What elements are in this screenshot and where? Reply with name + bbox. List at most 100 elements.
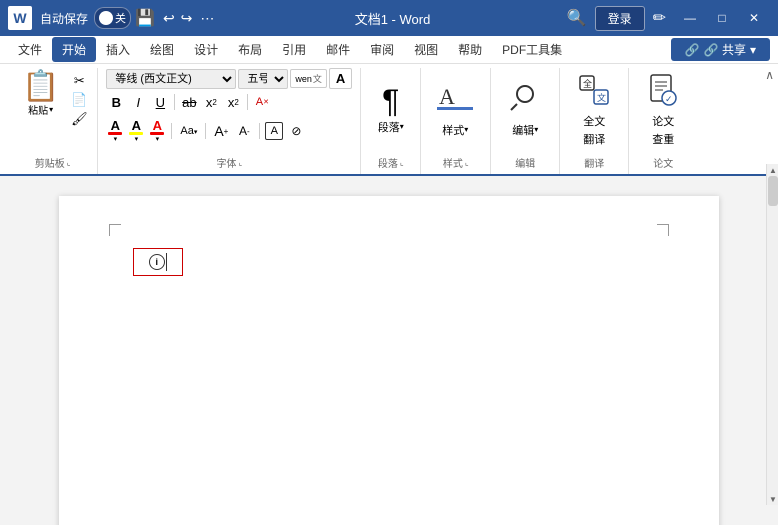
toggle-state-label: 关 bbox=[115, 10, 126, 26]
svg-text:✓: ✓ bbox=[665, 94, 673, 104]
text-cursor-area: i bbox=[133, 248, 183, 276]
corner-mark-topleft bbox=[109, 224, 121, 236]
circle-a-button[interactable]: A bbox=[265, 122, 283, 140]
eraser-button[interactable]: ⊘ bbox=[286, 121, 306, 141]
menu-draw[interactable]: 绘图 bbox=[140, 37, 184, 62]
redo-button[interactable]: ↪ bbox=[181, 10, 193, 27]
paste-button[interactable]: 📋 粘贴 ▾ bbox=[16, 68, 65, 151]
undo-button[interactable]: ↩ bbox=[163, 10, 175, 27]
paste-icon: 📋 bbox=[22, 72, 59, 102]
autosave-toggle[interactable]: 关 bbox=[94, 7, 131, 29]
highlight-chevron[interactable]: ▾ bbox=[135, 135, 139, 143]
cursor-i-label: i bbox=[155, 257, 158, 267]
font-size-select[interactable]: 五号 bbox=[238, 69, 288, 89]
more-commands-button[interactable]: ⋯ bbox=[200, 10, 214, 27]
edit-icon bbox=[507, 82, 543, 120]
document-page[interactable]: i bbox=[59, 196, 719, 525]
paste-label: 粘贴 bbox=[28, 102, 48, 117]
share-chevron-icon: ▾ bbox=[750, 43, 756, 57]
clipboard-group: 📋 粘贴 ▾ ✂ 📄 🖌 剪贴板 ⌞ bbox=[8, 68, 98, 174]
search-button[interactable]: 🔍 bbox=[567, 8, 587, 28]
subscript-button[interactable]: x2 bbox=[201, 92, 221, 112]
paragraph-chevron-icon[interactable]: ▾ bbox=[400, 122, 404, 131]
font-family-select[interactable]: 等线 (西文正文) bbox=[106, 69, 236, 89]
style-group: A 样式 ▾ 样式 ⌞ bbox=[421, 68, 491, 174]
paper-label: 论文 bbox=[652, 113, 674, 129]
copy-button[interactable]: 📄 bbox=[69, 91, 89, 109]
save-button[interactable]: 💾 bbox=[135, 8, 155, 28]
edit-button[interactable]: 编辑 ▾ bbox=[499, 78, 551, 142]
scroll-track[interactable] bbox=[767, 176, 778, 493]
clipboard-group-label: 剪贴板 ⌞ bbox=[16, 151, 89, 170]
italic-button[interactable]: I bbox=[128, 92, 148, 112]
paper-sublabel: 查重 bbox=[652, 131, 674, 147]
bold-button[interactable]: B bbox=[106, 92, 126, 112]
menubar: 文件 开始 插入 绘图 设计 布局 引用 邮件 审阅 视图 帮助 PDF工具集 … bbox=[0, 36, 778, 64]
edit-label: 编辑 bbox=[512, 122, 534, 138]
menu-view[interactable]: 视图 bbox=[404, 37, 448, 62]
autosave-area: 自动保存 关 bbox=[40, 7, 131, 29]
superscript-button[interactable]: x2 bbox=[223, 92, 243, 112]
scroll-thumb[interactable] bbox=[768, 176, 778, 206]
clipboard-small-buttons: ✂ 📄 🖌 bbox=[69, 72, 89, 151]
scroll-down-button[interactable]: ▼ bbox=[767, 493, 778, 505]
underline-button[interactable]: U bbox=[150, 92, 170, 112]
menu-file[interactable]: 文件 bbox=[8, 37, 52, 62]
font-color-chevron[interactable]: ▾ bbox=[114, 135, 118, 143]
text-color-button[interactable]: A ▾ bbox=[148, 118, 166, 144]
style-expand-icon[interactable]: ⌞ bbox=[465, 158, 469, 167]
menu-home[interactable]: 开始 bbox=[52, 37, 96, 62]
menu-references[interactable]: 引用 bbox=[272, 37, 316, 62]
aa-button[interactable]: Aa▾ bbox=[177, 124, 200, 138]
paragraph-button[interactable]: ¶ 段落 ▾ bbox=[370, 81, 412, 139]
word-logo-icon: W bbox=[8, 6, 32, 30]
paragraph-expand-icon[interactable]: ⌞ bbox=[400, 158, 404, 167]
edit-chevron-icon[interactable]: ▾ bbox=[534, 125, 538, 134]
text-color-chevron[interactable]: ▾ bbox=[156, 135, 160, 143]
wen-button[interactable]: wen 文 bbox=[290, 69, 327, 88]
clipboard-expand-icon[interactable]: ⌞ bbox=[67, 158, 71, 167]
menu-insert[interactable]: 插入 bbox=[96, 37, 140, 62]
font-expand-icon[interactable]: ⌞ bbox=[238, 158, 242, 167]
highlight-button[interactable]: A ▾ bbox=[127, 118, 145, 144]
share-button[interactable]: 🔗 🔗 共享 ▾ bbox=[671, 38, 770, 61]
maximize-button[interactable]: □ bbox=[706, 4, 738, 32]
clear-format-button[interactable]: A✕ bbox=[252, 92, 272, 112]
translate-button[interactable]: 全 文 全文 翻译 bbox=[568, 68, 620, 151]
format-painter-button[interactable]: 🖌 bbox=[69, 110, 89, 128]
increase-font-button[interactable]: A+ bbox=[211, 121, 231, 141]
font-a-button[interactable]: A bbox=[329, 68, 352, 89]
style-chevron-icon[interactable]: ▾ bbox=[464, 125, 468, 134]
edit-mode-button[interactable]: ✏ bbox=[653, 8, 666, 28]
menu-design[interactable]: 设计 bbox=[184, 37, 228, 62]
style-button[interactable]: A 样式 ▾ bbox=[429, 78, 481, 142]
menu-help[interactable]: 帮助 bbox=[448, 37, 492, 62]
paste-dropdown-icon[interactable]: ▾ bbox=[49, 105, 53, 114]
menu-review[interactable]: 审阅 bbox=[360, 37, 404, 62]
style-icon: A bbox=[437, 82, 473, 120]
decrease-font-button[interactable]: A- bbox=[234, 121, 254, 141]
paragraph-group-label: 段落 ⌞ bbox=[369, 151, 412, 170]
menu-layout[interactable]: 布局 bbox=[228, 37, 272, 62]
close-button[interactable]: ✕ bbox=[738, 4, 770, 32]
scroll-up-button[interactable]: ▲ bbox=[767, 164, 778, 176]
sep4 bbox=[205, 123, 206, 139]
login-button[interactable]: 登录 bbox=[595, 6, 645, 31]
cut-button[interactable]: ✂ bbox=[69, 72, 89, 90]
paragraph-group: ¶ 段落 ▾ 段落 ⌞ bbox=[361, 68, 421, 174]
translate-label: 全文 bbox=[583, 113, 605, 129]
vertical-scrollbar[interactable]: ▲ ▼ bbox=[766, 164, 778, 505]
style-label: 样式 bbox=[442, 122, 464, 138]
share-icon: 🔗 bbox=[685, 43, 700, 57]
ribbon-collapse-button[interactable]: ∧ bbox=[765, 68, 774, 82]
edit-group: 编辑 ▾ 编辑 bbox=[491, 68, 560, 174]
document-area: i bbox=[0, 176, 778, 525]
minimize-button[interactable]: — bbox=[674, 4, 706, 32]
strikethrough-button[interactable]: ab bbox=[179, 92, 199, 112]
sep3 bbox=[171, 123, 172, 139]
font-color-button[interactable]: A ▾ bbox=[106, 118, 124, 144]
menu-mailings[interactable]: 邮件 bbox=[316, 37, 360, 62]
menu-pdf-tools[interactable]: PDF工具集 bbox=[492, 37, 572, 62]
paper-check-button[interactable]: ✓ 论文 查重 bbox=[637, 68, 689, 151]
window-controls: — □ ✕ bbox=[674, 4, 770, 32]
